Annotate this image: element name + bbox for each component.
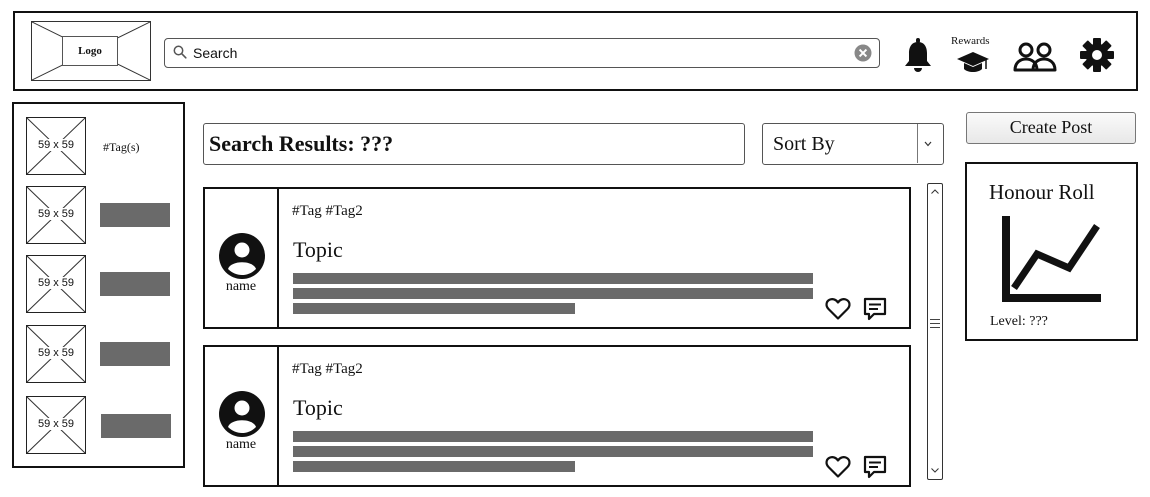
sidebar-thumbnail[interactable]: 59 x 59 [26, 186, 86, 244]
scrollbar-thumb[interactable] [930, 319, 940, 345]
sidebar-thumbnail[interactable]: 59 x 59 [26, 117, 86, 175]
sidebar-tag-label[interactable]: #Tag(s) [103, 140, 139, 155]
page-title: Search Results: ??? [209, 131, 394, 156]
post-topic[interactable]: Topic [293, 395, 343, 421]
heart-icon[interactable] [825, 455, 851, 479]
bell-icon[interactable] [902, 37, 934, 73]
sidebar-tag-placeholder[interactable] [100, 203, 170, 227]
post-text-placeholder [293, 431, 813, 442]
results-scrollbar[interactable] [927, 183, 943, 480]
thumbnail-size-label: 59 x 59 [35, 347, 77, 359]
line-chart-icon [1002, 216, 1101, 302]
chevron-down-icon[interactable] [922, 138, 934, 150]
post-card[interactable]: name #Tag #Tag2 Topic [203, 187, 911, 329]
post-text-placeholder [293, 288, 813, 299]
sidebar-tag-placeholder[interactable] [100, 342, 170, 366]
graduation-cap-icon[interactable] [956, 51, 990, 75]
chevron-down-icon[interactable] [930, 465, 940, 475]
clear-icon[interactable] [854, 44, 872, 62]
search-field[interactable] [164, 38, 880, 68]
post-text-placeholder [293, 303, 575, 314]
thumbnail-size-label: 59 x 59 [35, 418, 77, 430]
post-text-placeholder [293, 461, 575, 472]
results-title-box: Search Results: ??? [203, 123, 745, 165]
top-header: Logo Rewards [13, 11, 1138, 91]
post-card[interactable]: name #Tag #Tag2 Topic [203, 345, 911, 487]
logo-text: Logo [62, 36, 118, 66]
sort-dropdown[interactable]: Sort By [762, 123, 944, 165]
comment-icon[interactable] [862, 454, 888, 480]
honour-roll-panel: Honour Roll Level: ??? [965, 162, 1138, 341]
user-avatar-icon[interactable] [219, 233, 265, 279]
post-tags[interactable]: #Tag #Tag2 [292, 203, 363, 220]
thumbnail-size-label: 59 x 59 [35, 277, 77, 289]
chevron-up-icon[interactable] [930, 187, 940, 197]
sidebar-tag-placeholder[interactable] [101, 414, 171, 438]
user-avatar-icon[interactable] [219, 391, 265, 437]
honour-roll-title: Honour Roll [989, 180, 1095, 204]
post-tags[interactable]: #Tag #Tag2 [292, 361, 363, 378]
tag-sidebar: 59 x 59 #Tag(s) 59 x 59 59 x 59 59 x 59 … [12, 102, 185, 468]
rewards-label: Rewards [951, 35, 990, 47]
users-icon[interactable] [1013, 41, 1057, 73]
post-author[interactable]: name [205, 279, 277, 295]
post-topic[interactable]: Topic [293, 237, 343, 263]
sidebar-thumbnail[interactable]: 59 x 59 [26, 396, 86, 454]
logo[interactable]: Logo [31, 21, 151, 81]
thumbnail-size-label: 59 x 59 [35, 208, 77, 220]
gear-icon[interactable] [1079, 37, 1115, 73]
comment-icon[interactable] [862, 296, 888, 322]
thumbnail-size-label: 59 x 59 [35, 139, 77, 151]
search-icon [173, 45, 187, 59]
sort-label: Sort By [773, 133, 835, 155]
sidebar-thumbnail[interactable]: 59 x 59 [26, 325, 86, 383]
sidebar-thumbnail[interactable]: 59 x 59 [26, 255, 86, 313]
search-input[interactable] [193, 43, 833, 63]
heart-icon[interactable] [825, 297, 851, 321]
post-divider [277, 189, 279, 327]
post-divider [277, 347, 279, 485]
honour-level: Level: ??? [990, 314, 1048, 329]
post-author[interactable]: name [205, 437, 277, 453]
post-text-placeholder [293, 446, 813, 457]
post-text-placeholder [293, 273, 813, 284]
create-post-button[interactable]: Create Post [966, 112, 1136, 144]
dropdown-divider [917, 124, 918, 163]
sidebar-tag-placeholder[interactable] [100, 272, 170, 296]
